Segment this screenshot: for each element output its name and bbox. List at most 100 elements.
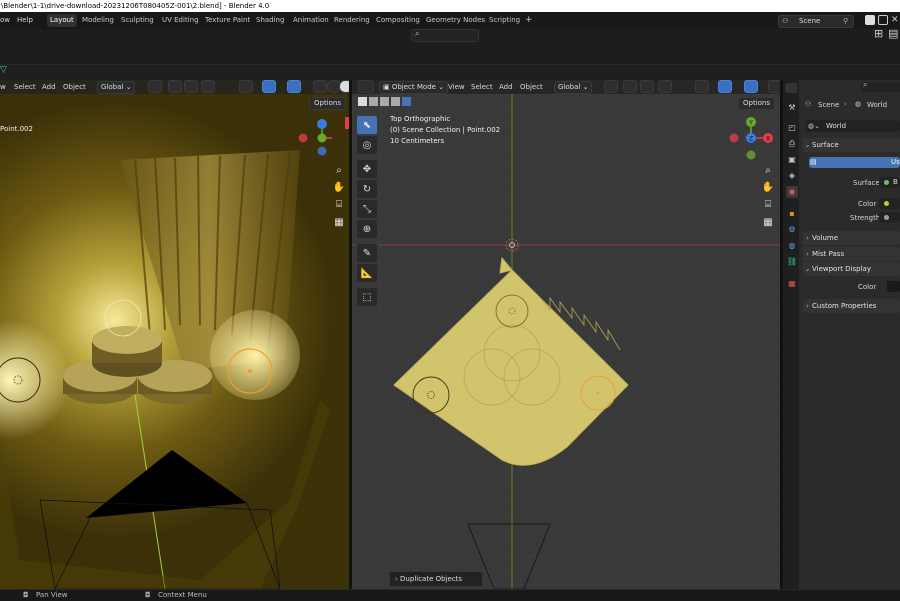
texture-tab-icon[interactable]: ▦ xyxy=(786,278,798,290)
menu-select-left[interactable]: Select xyxy=(14,80,36,94)
proportional-edit-icon-right[interactable] xyxy=(658,80,672,93)
pin-icon[interactable]: ⚲ xyxy=(843,16,848,27)
menu-window[interactable]: ow xyxy=(0,12,10,29)
select-intersect-icon[interactable] xyxy=(402,97,411,106)
tab-geometry-nodes[interactable]: Geometry Nodes xyxy=(423,14,488,27)
cursor-tool[interactable]: ◎ xyxy=(356,135,378,155)
custom-properties-panel-header[interactable]: › Custom Properties xyxy=(803,299,900,313)
viewport-color-swatch[interactable] xyxy=(887,281,900,292)
material-shading-icon[interactable] xyxy=(339,80,349,93)
overlay-toggle-icon[interactable] xyxy=(287,80,301,93)
pan-hand-icon[interactable]: ✋ xyxy=(332,181,346,195)
world-dropdown-icon[interactable]: ◍⌄ xyxy=(808,120,820,132)
surface-shader-selector[interactable]: B xyxy=(879,177,900,188)
camera-icon-right[interactable]: ⌸ xyxy=(761,198,775,212)
zoom-icon-right[interactable]: ⌕ xyxy=(761,164,775,178)
snap-icon[interactable] xyxy=(168,80,182,93)
tab-animation[interactable]: Animation xyxy=(290,14,332,27)
constraints-tab-icon[interactable]: ⛓ xyxy=(786,256,798,268)
move-tool[interactable]: ✥ xyxy=(356,159,378,179)
menu-select-right[interactable]: Select xyxy=(471,80,493,94)
grid-view-icon[interactable]: ▦ xyxy=(332,216,346,230)
snap-target-icon-right[interactable] xyxy=(640,80,654,93)
view-layer-icon[interactable]: ⊞ xyxy=(874,27,883,40)
menu-object-right[interactable]: Object xyxy=(520,80,543,94)
tab-layout[interactable]: Layout xyxy=(47,14,77,27)
tool-tab-icon[interactable]: ⚒ xyxy=(786,102,798,114)
physics-tab-icon[interactable]: ◍ xyxy=(786,240,798,252)
menu-view-left[interactable]: w xyxy=(0,80,6,94)
tab-rendering[interactable]: Rendering xyxy=(331,14,373,27)
editor-type-icon[interactable] xyxy=(358,80,374,93)
left-3d-viewport[interactable]: w Select Add Object Global ⌄ Options Poi… xyxy=(0,80,349,589)
surface-panel-header[interactable]: ⌄ Surface xyxy=(803,138,900,152)
modifier-tab-icon[interactable]: ⚙ xyxy=(786,224,798,236)
properties-search-input[interactable]: ⌕ xyxy=(861,80,900,92)
last-operation-panel[interactable]: › Duplicate Objects xyxy=(389,571,483,587)
menu-help[interactable]: Help xyxy=(17,12,33,29)
menu-view-right[interactable]: View xyxy=(448,80,465,94)
scene-selector[interactable]: ⚇ Scene ⚲ xyxy=(778,15,854,28)
pivot-icon-right[interactable] xyxy=(604,80,618,93)
new-scene-icon[interactable] xyxy=(865,15,875,25)
add-workspace-button[interactable]: + xyxy=(522,14,536,27)
options-button-left[interactable]: Options xyxy=(309,97,347,110)
menu-object-left[interactable]: Object xyxy=(63,80,86,94)
snap-icon-right[interactable] xyxy=(623,80,637,93)
color-input[interactable] xyxy=(879,198,900,209)
measure-tool[interactable]: 📐 xyxy=(356,263,378,283)
tab-modeling[interactable]: Modeling xyxy=(79,14,117,27)
tab-texture-paint[interactable]: Texture Paint xyxy=(202,14,253,27)
mode-selector[interactable]: ▣ Object Mode ⌄ xyxy=(379,81,449,94)
use-nodes-button[interactable]: ▤ Use xyxy=(809,157,900,168)
volume-panel-header[interactable]: › Volume xyxy=(803,231,900,245)
pivot-icon[interactable] xyxy=(148,80,162,93)
annotate-tool[interactable]: ✎ xyxy=(356,243,378,263)
filter-icon[interactable]: ▽ xyxy=(0,65,7,75)
overlay-toggle-icon-right[interactable] xyxy=(744,80,758,93)
layer-icon[interactable]: ▤ xyxy=(888,27,898,40)
object-tab-icon[interactable]: ▪ xyxy=(786,208,798,220)
select-subtract-icon[interactable] xyxy=(380,97,389,106)
transform-tool[interactable]: ⊕ xyxy=(356,219,378,239)
view-layer-tab-icon[interactable]: ▣ xyxy=(786,154,798,166)
gizmo-toggle-icon-right[interactable] xyxy=(718,80,732,93)
transform-orientation-left[interactable]: Global ⌄ xyxy=(97,81,136,94)
zoom-icon[interactable]: ⌕ xyxy=(332,164,346,178)
transform-orientation-right[interactable]: Global ⌄ xyxy=(554,81,593,94)
tab-scripting[interactable]: Scripting xyxy=(486,14,523,27)
visibility-icon-right[interactable] xyxy=(695,80,709,93)
menu-add-left[interactable]: Add xyxy=(42,80,56,94)
menu-add-right[interactable]: Add xyxy=(499,80,513,94)
select-box-tool[interactable]: ⬉ xyxy=(356,115,378,135)
strength-input[interactable] xyxy=(879,212,900,223)
render-tab-icon[interactable]: ◰ xyxy=(786,122,798,134)
select-invert-icon[interactable] xyxy=(391,97,400,106)
add-cube-tool[interactable]: ⬚ xyxy=(356,287,378,307)
tab-sculpting[interactable]: Sculpting xyxy=(118,14,157,27)
tab-uv-editing[interactable]: UV Editing xyxy=(159,14,202,27)
visibility-icon[interactable] xyxy=(239,80,253,93)
navigation-gizmo-left[interactable] xyxy=(296,116,348,164)
properties-editor-icon[interactable] xyxy=(785,83,797,93)
camera-icon[interactable]: ⌸ xyxy=(332,198,346,212)
select-extend-icon[interactable] xyxy=(369,97,378,106)
options-button-right[interactable]: Options xyxy=(738,97,776,110)
select-new-icon[interactable] xyxy=(358,97,367,106)
xray-icon[interactable] xyxy=(313,80,327,93)
viewport-display-panel-header[interactable]: ⌄ Viewport Display xyxy=(803,262,900,276)
scale-tool[interactable]: ⤡ xyxy=(356,199,378,219)
xray-icon-right[interactable] xyxy=(768,80,780,93)
snap-target-icon[interactable] xyxy=(184,80,198,93)
grid-view-icon-right[interactable]: ▦ xyxy=(761,216,775,230)
selection-mode-buttons[interactable] xyxy=(358,97,412,107)
search-input[interactable]: ⌕ xyxy=(411,29,479,42)
output-tab-icon[interactable]: ⎙ xyxy=(786,138,798,150)
mist-panel-header[interactable]: › Mist Pass xyxy=(803,247,900,261)
proportional-edit-icon[interactable] xyxy=(201,80,215,93)
world-tab-icon[interactable]: ◉ xyxy=(786,186,798,198)
delete-scene-icon[interactable]: ✕ xyxy=(891,15,900,25)
rotate-tool[interactable]: ↻ xyxy=(356,179,378,199)
navigation-gizmo-right[interactable]: Y X Z xyxy=(724,116,776,164)
right-3d-viewport[interactable]: ▣ Object Mode ⌄ View Select Add Object G… xyxy=(352,80,780,589)
